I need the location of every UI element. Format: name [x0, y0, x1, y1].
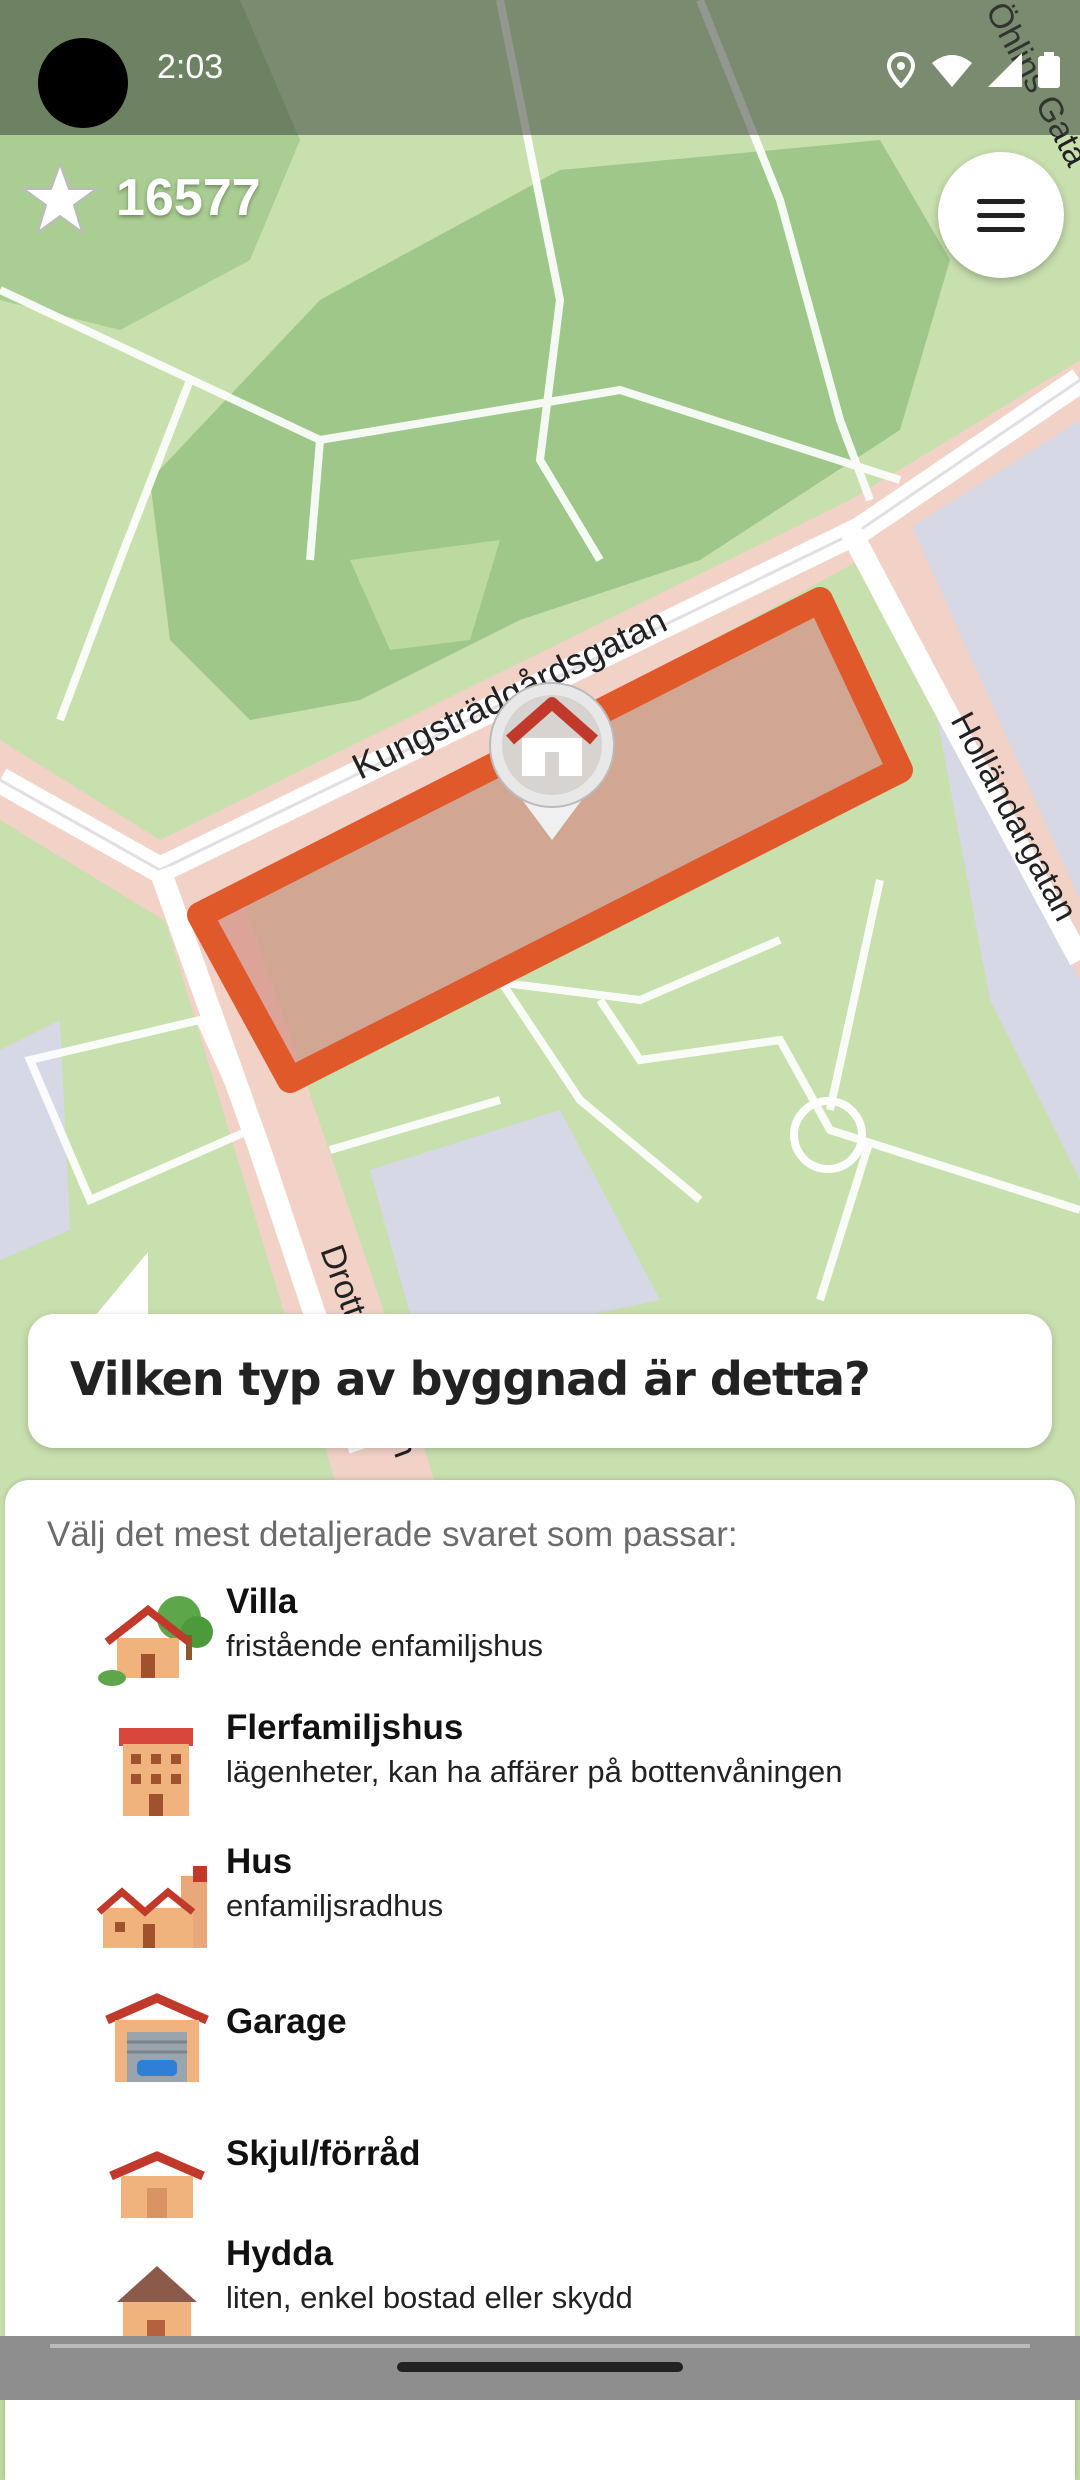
option-title: Villa: [226, 1582, 298, 1621]
answer-sheet: Välj det mest detaljerade svaret som pas…: [5, 1480, 1075, 2480]
answer-count: 16577: [116, 168, 261, 227]
system-icons: [886, 50, 1060, 90]
nav-divider: [50, 2344, 1030, 2348]
option-title: Skjul/förråd: [226, 2134, 421, 2173]
home-gesture-handle[interactable]: [397, 2362, 683, 2372]
option-flerfamiljshus[interactable]: Flerfamiljshus lägenheter, kan ha affäre…: [5, 1708, 1075, 1836]
option-skjul-forrad[interactable]: Skjul/förråd: [5, 2114, 1075, 2242]
quest-question: Vilken typ av byggnad är detta?: [70, 1352, 871, 1406]
option-villa[interactable]: Villa fristående enfamiljshus: [5, 1580, 1075, 1708]
camera-cutout: [38, 38, 128, 128]
bubble-tail: [90, 1252, 148, 1322]
hamburger-icon: [977, 198, 1025, 204]
option-subtitle: lägenheter, kan ha affärer på bottenvåni…: [226, 1754, 843, 1789]
option-garage[interactable]: Garage: [5, 1980, 1075, 2108]
option-title: Hus: [226, 1842, 293, 1881]
status-time: 2:03: [157, 48, 224, 86]
option-subtitle: enfamiljsradhus: [226, 1888, 444, 1923]
status-bar: 2:03: [0, 0, 1080, 135]
star-icon: [22, 161, 98, 234]
answer-hint: Välj det mest detaljerade svaret som pas…: [47, 1515, 738, 1554]
wifi-icon: [932, 55, 972, 87]
quest-question-card: Vilken typ av byggnad är detta?: [28, 1314, 1052, 1448]
option-hus[interactable]: Hus enfamiljsradhus: [5, 1842, 1075, 1970]
option-subtitle: fristående enfamiljshus: [226, 1628, 544, 1663]
location-icon: [886, 52, 916, 88]
option-title: Flerfamiljshus: [226, 1708, 464, 1747]
detached-house-icon: [98, 1596, 213, 1686]
option-subtitle: liten, enkel bostad eller skydd: [226, 2280, 633, 2315]
terraced-house-icon: [97, 1866, 207, 1948]
signal-icon: [988, 53, 1022, 87]
battery-icon: [1038, 52, 1060, 88]
option-title: Hydda: [226, 2234, 333, 2273]
main-menu-button[interactable]: [938, 152, 1064, 278]
shed-icon: [109, 2151, 205, 2218]
apartment-building-icon: [119, 1728, 193, 1816]
garage-icon: [105, 1993, 209, 2082]
answer-counter[interactable]: 16577: [22, 160, 261, 235]
option-title: Garage: [226, 2002, 347, 2041]
